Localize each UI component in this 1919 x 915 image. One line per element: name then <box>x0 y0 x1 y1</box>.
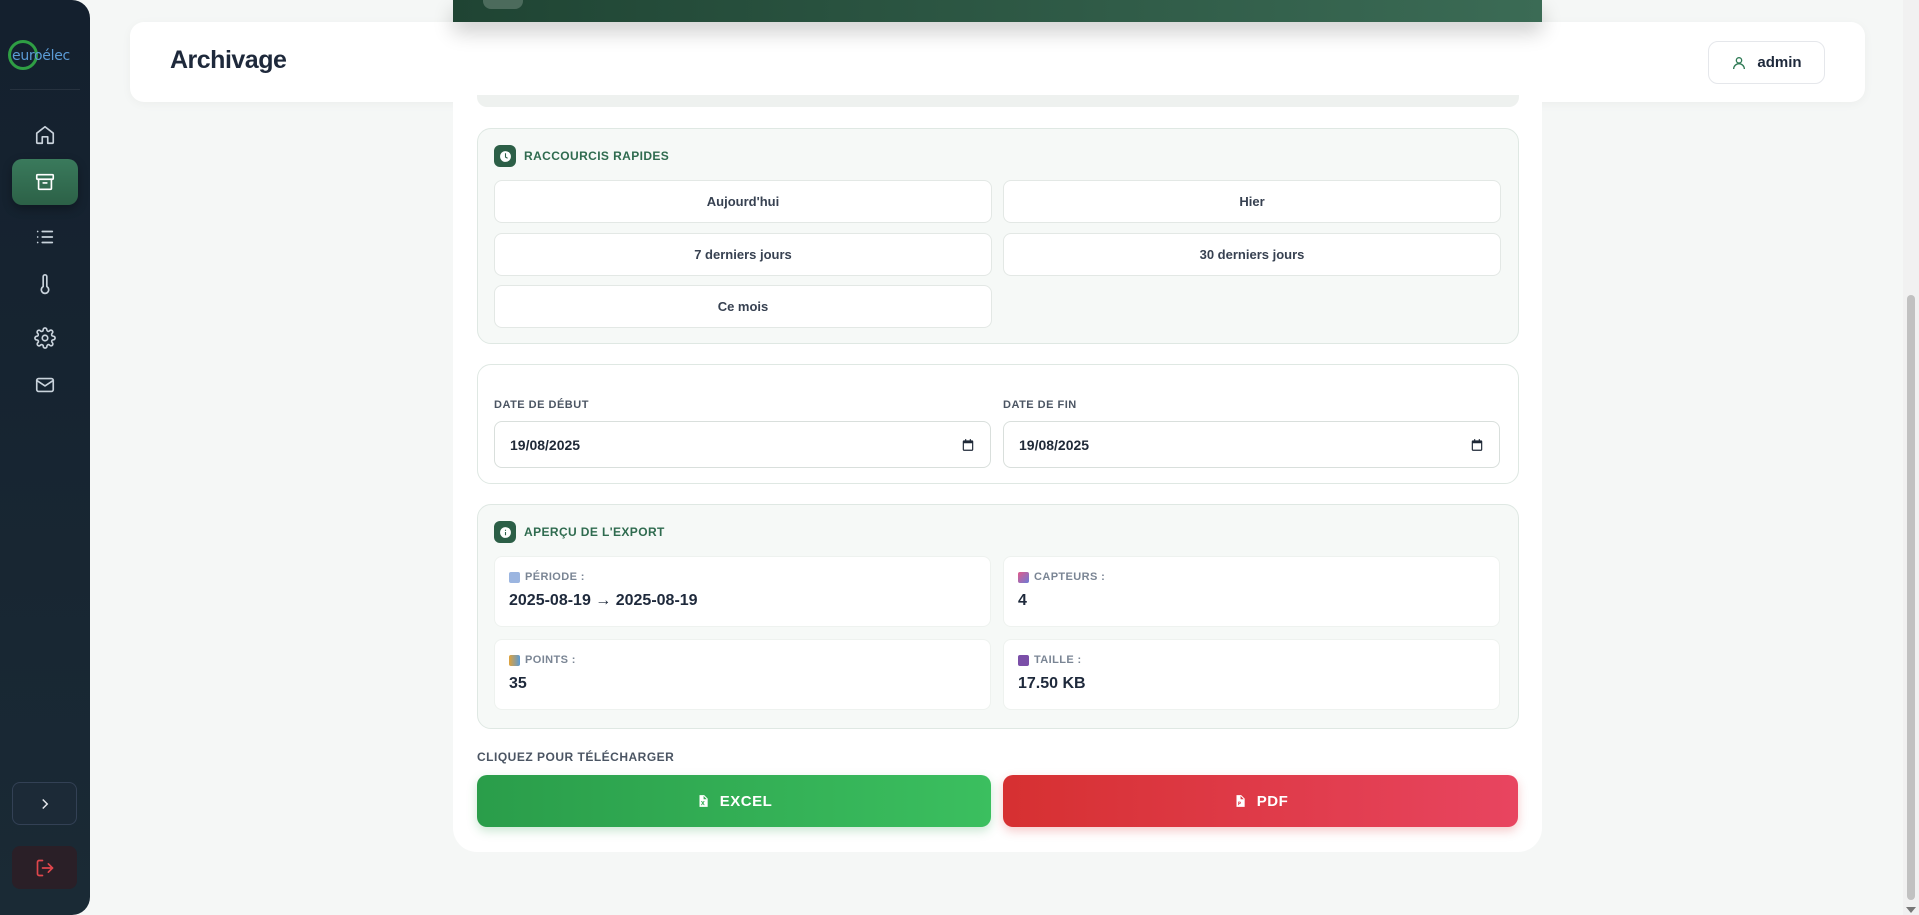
export-excel-button[interactable]: EXCEL <box>477 775 991 827</box>
scrollbar-thumb[interactable] <box>1907 295 1915 900</box>
shortcuts-panel: Raccourcis rapides Aujourd'hui Hier 7 de… <box>477 128 1519 344</box>
preview-title: Aperçu de l'export <box>524 525 665 539</box>
sidebar-item-temperature[interactable] <box>12 261 78 307</box>
floppy-emoji-icon <box>1018 654 1029 666</box>
shortcut-7-days-button[interactable]: 7 derniers jours <box>494 233 992 276</box>
export-pdf-button[interactable]: PDF <box>1003 775 1518 827</box>
clock-icon <box>494 145 516 167</box>
shortcut-this-month-button[interactable]: Ce mois <box>494 285 992 328</box>
user-icon <box>1733 56 1746 69</box>
stat-sensors-value: 4 <box>1018 592 1027 609</box>
shortcut-30-days-button[interactable]: 30 derniers jours <box>1003 233 1501 276</box>
preview-header: Aperçu de l'export <box>494 521 665 543</box>
euroelec-logo[interactable]: euroélec <box>8 40 84 72</box>
scroll-down-arrow-icon[interactable] <box>1906 907 1916 913</box>
excel-file-icon <box>699 795 708 807</box>
logout-icon <box>36 859 53 876</box>
user-menu-button[interactable]: admin <box>1708 41 1825 84</box>
date-range-panel: DATE DE DÉBUT 19/08/2025 DATE DE FIN 19/… <box>477 364 1519 484</box>
shortcut-today-button[interactable]: Aujourd'hui <box>494 180 992 223</box>
export-preview-panel: Aperçu de l'export PÉRIODE : 2025-08-19 … <box>477 504 1519 729</box>
stat-sensors-label: CAPTEURS : <box>1018 571 1105 583</box>
sidebar-expand-button[interactable] <box>12 782 77 825</box>
stat-period-label: PÉRIODE : <box>509 571 585 583</box>
stat-points-value: 35 <box>509 675 527 692</box>
start-date-input[interactable]: 19/08/2025 <box>494 421 991 468</box>
calendar-emoji-icon <box>509 571 520 583</box>
sidebar-item-archive[interactable] <box>12 159 78 205</box>
info-icon <box>494 521 516 543</box>
sidebar-item-list[interactable] <box>12 214 78 260</box>
calendar-icon[interactable] <box>961 438 975 452</box>
page-scrollbar[interactable] <box>1903 0 1919 915</box>
sidebar: euroélec <box>0 0 90 915</box>
stat-size-value: 17.50 KB <box>1018 675 1086 692</box>
download-label: CLIQUEZ POUR TÉLÉCHARGER <box>477 750 675 764</box>
pdf-label: PDF <box>1256 792 1289 810</box>
sidebar-item-settings[interactable] <box>12 315 78 361</box>
sidebar-item-mail[interactable] <box>12 362 78 408</box>
logo-text: euroélec <box>12 48 70 64</box>
thermometer-emoji-icon <box>1018 571 1029 583</box>
logout-button[interactable] <box>12 846 77 889</box>
pdf-file-icon <box>1236 795 1245 807</box>
home-icon <box>35 125 55 145</box>
stat-period-value: 2025-08-19 → 2025-08-19 <box>509 592 698 609</box>
calendar-icon[interactable] <box>1470 438 1484 452</box>
gear-icon <box>34 327 56 349</box>
excel-label: EXCEL <box>719 792 773 810</box>
archive-icon <box>35 173 55 191</box>
end-date-label: DATE DE FIN <box>1003 399 1077 411</box>
stat-period: PÉRIODE : 2025-08-19 → 2025-08-19 <box>494 556 991 627</box>
page-title: Archivage <box>170 46 287 74</box>
sidebar-item-home[interactable] <box>12 112 78 158</box>
scrolled-content-edge <box>477 95 1519 107</box>
sidebar-divider <box>10 89 80 90</box>
shortcuts-title: Raccourcis rapides <box>524 149 670 163</box>
end-date-value: 19/08/2025 <box>1019 436 1090 453</box>
start-date-value: 19/08/2025 <box>510 436 581 453</box>
stat-size: TAILLE : 17.50 KB <box>1003 639 1500 710</box>
stat-points: POINTS : 35 <box>494 639 991 710</box>
shortcuts-header: Raccourcis rapides <box>494 145 669 167</box>
mail-icon <box>35 377 55 393</box>
stat-points-label: POINTS : <box>509 654 576 666</box>
thermometer-icon <box>40 274 50 295</box>
stat-size-label: TAILLE : <box>1018 654 1082 666</box>
shortcut-yesterday-button[interactable]: Hier <box>1003 180 1501 223</box>
card-header-banner <box>453 0 1542 22</box>
user-label: admin <box>1757 54 1802 71</box>
chevron-right-icon <box>41 798 48 809</box>
banner-button[interactable] <box>483 0 523 9</box>
start-date-label: DATE DE DÉBUT <box>494 399 589 411</box>
stat-sensors: CAPTEURS : 4 <box>1003 556 1500 627</box>
chart-emoji-icon <box>509 654 520 666</box>
list-icon <box>36 230 54 244</box>
end-date-input[interactable]: 19/08/2025 <box>1003 421 1500 468</box>
